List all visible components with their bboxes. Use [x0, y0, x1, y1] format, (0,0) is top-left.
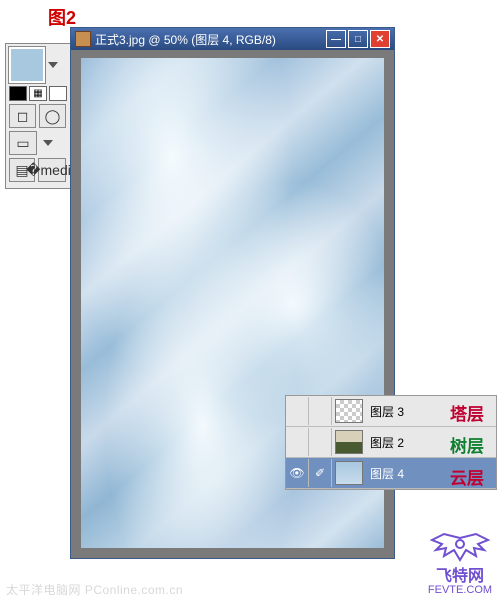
fill-solid-icon[interactable] [9, 86, 27, 101]
wings-icon [424, 530, 496, 564]
annotation-tower: 塔层 [450, 400, 484, 425]
layer-thumbnail[interactable] [335, 399, 363, 423]
eye-icon: 👁 [289, 466, 304, 480]
watermark: 太平洋电脑网 PConline.com.cn [6, 581, 183, 598]
maximize-button[interactable]: □ [348, 30, 368, 48]
mode-behind-button[interactable]: ◯ [39, 104, 66, 128]
mode-normal-button[interactable]: ◻ [9, 104, 36, 128]
fill-pattern-icon[interactable]: ▦ [29, 86, 47, 101]
minimize-button[interactable]: — [326, 30, 346, 48]
annotation-tree: 树层 [450, 432, 484, 457]
fill-none-icon[interactable] [49, 86, 67, 101]
layer-thumbnail[interactable] [335, 461, 363, 485]
document-icon [75, 31, 91, 47]
blend-button[interactable]: ▭ [9, 131, 37, 155]
lock-toggle[interactable]: ✐ [309, 459, 332, 487]
layer-name[interactable]: 图层 4 [370, 465, 404, 482]
close-button[interactable]: ✕ [370, 30, 390, 48]
site-url: FEVTE.COM [424, 584, 496, 596]
titlebar[interactable]: 正式3.jpg @ 50% (图层 4, RGB/8) — □ ✕ [71, 28, 394, 50]
brush-icon: ✐ [315, 466, 325, 480]
lock-toggle[interactable] [309, 428, 332, 456]
site-name: 飞特网 [424, 562, 496, 586]
layer-thumbnail[interactable] [335, 430, 363, 454]
swatch-dropdown-icon[interactable] [48, 60, 58, 70]
layer-name[interactable]: 图层 2 [370, 434, 404, 451]
tool-options-panel: ▦ ◻ ◯ ▭ ▤ �medic [5, 43, 73, 189]
layer-name[interactable]: 图层 3 [370, 403, 404, 420]
annotation-cloud: 云层 [450, 464, 484, 489]
visibility-toggle[interactable]: 👁 [286, 459, 309, 487]
visibility-toggle[interactable] [286, 397, 309, 425]
visibility-toggle[interactable] [286, 428, 309, 456]
lock-toggle[interactable] [309, 397, 332, 425]
blend-dropdown-icon[interactable] [43, 138, 53, 148]
brush-button[interactable]: �medic [38, 158, 66, 182]
document-title: 正式3.jpg @ 50% (图层 4, RGB/8) [95, 31, 324, 48]
foreground-swatch[interactable] [9, 47, 45, 83]
site-logo: 飞特网 FEVTE.COM [424, 530, 496, 596]
